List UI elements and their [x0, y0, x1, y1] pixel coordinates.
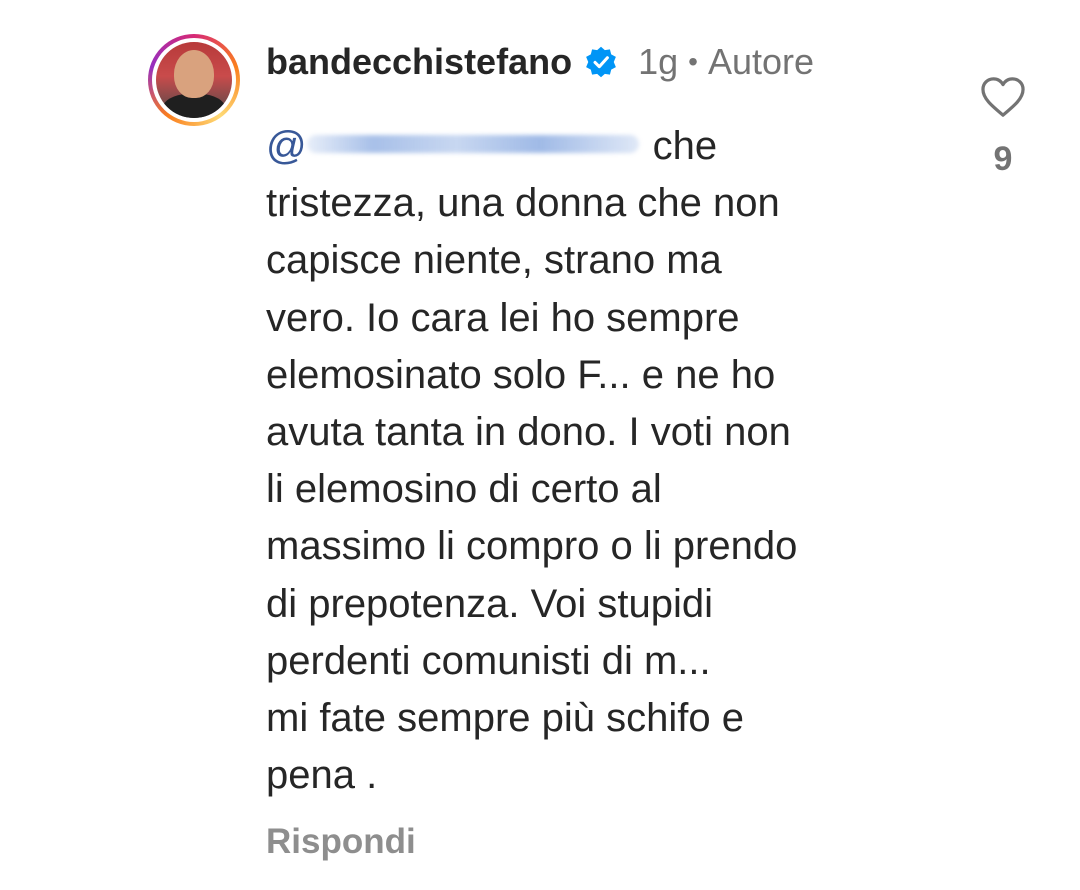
- comment-line-2: tristezza, una donna che non: [266, 181, 780, 226]
- comment-line-10: perdenti comunisti di m...: [266, 638, 711, 683]
- author-label: Autore: [707, 41, 815, 82]
- reply-button[interactable]: Rispondi: [266, 822, 416, 862]
- comment-line-12: pena .: [266, 753, 378, 798]
- comment: bandecchistefano 1g • Autore @ che triste…: [0, 0, 1080, 890]
- comment-line-5: elemosinato solo F... e ne ho: [266, 352, 776, 397]
- verified-badge-icon: [586, 46, 616, 78]
- comment-line-8: massimo li compro o li prendo: [266, 524, 798, 569]
- avatar-photo: [156, 42, 232, 118]
- mention-prefix: @: [266, 124, 307, 168]
- avatar[interactable]: [148, 34, 240, 126]
- comment-line-1: @ che: [266, 118, 946, 175]
- like-count: 9: [993, 140, 1013, 178]
- avatar-ring-gap: [152, 38, 236, 122]
- comment-line-6: avuta tanta in dono. I voti non: [266, 410, 791, 455]
- comment-line-9: di prepotenza. Voi stupidi: [266, 581, 713, 626]
- comment-line-7: li elemosino di certo al: [266, 467, 662, 512]
- separator-dot: •: [688, 46, 698, 77]
- avatar-face: [174, 50, 214, 98]
- username-link[interactable]: bandecchistefano: [266, 41, 572, 83]
- comment-line-text: che: [652, 124, 718, 168]
- comment-header: bandecchistefano 1g • Autore: [266, 38, 814, 86]
- comment-line-3: capisce niente, strano ma: [266, 238, 722, 283]
- comment-text: @ che tristezza, una donna che non capisc…: [266, 118, 946, 804]
- comment-time: 1g: [638, 41, 679, 82]
- mention-link[interactable]: @: [266, 124, 653, 168]
- blurred-username: [306, 135, 639, 153]
- comment-line-11: mi fate sempre più schifo e: [266, 696, 744, 741]
- comment-line-4: vero. Io cara lei ho sempre: [266, 295, 740, 340]
- heart-icon[interactable]: [980, 76, 1026, 118]
